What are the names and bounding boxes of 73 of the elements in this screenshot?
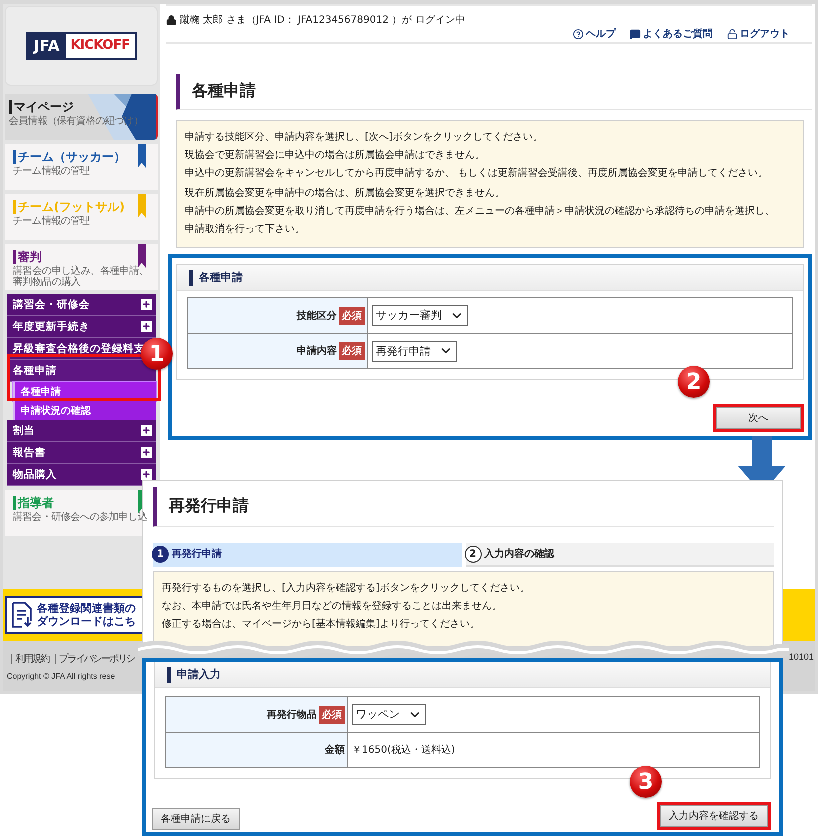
notice-line: 現協会で更新講習会に申込中の場合は所属協会申請はできません。 (185, 148, 486, 163)
notice-line: 現在所属協会変更を申請中の場合は、所属協会変更を選択できません。 (185, 186, 506, 201)
field-label: 技能区分 (297, 310, 337, 322)
plus-icon (141, 299, 152, 310)
section-title: マイページ (9, 100, 74, 114)
step-number: 2 (464, 546, 482, 562)
required-badge: 必須 (319, 706, 345, 724)
bookmark-icon (138, 244, 146, 268)
section-title: 指導者 (13, 496, 54, 510)
notice-line: 申込中の更新講習会をキャンセルしてから再度申請するか、 もしくは更新講習会受講後、再度所属協会変更を申請してください。 (185, 166, 770, 181)
notice-line: 修正する場合は、マイページから[基本情報編集]より行ってください。 (162, 618, 481, 632)
notice-line: 申請取消を行って下さい。 (185, 222, 306, 237)
section-subtitle: 会員情報（保有資格の紐づけ） (9, 116, 144, 127)
field-label: 再発行物品 (267, 708, 317, 722)
sidebar-section[interactable]: マイページ 会員情報（保有資格の紐づけ） (5, 94, 158, 140)
plus-icon (141, 425, 152, 436)
chat-bubble-icon (630, 28, 641, 40)
document-icon (11, 602, 33, 628)
select-field[interactable]: 再発行申請 (372, 340, 457, 362)
section-subtitle: チーム情報の管理 (13, 166, 90, 177)
notice-line: 申請する技能区分、申請内容を選択し、[次へ]ボタンをクリックしてください。 (185, 130, 544, 145)
page-title: 各種申請 (192, 81, 256, 102)
unlock-icon (727, 28, 738, 40)
menu-item[interactable]: 報告書 (7, 442, 156, 464)
step-label: 入力内容の確認 (484, 547, 554, 561)
section-subtitle: チーム情報の管理 (13, 216, 90, 227)
plus-icon (141, 321, 152, 332)
next-button[interactable]: 次へ (716, 407, 801, 429)
plus-icon (141, 447, 152, 458)
section-subtitle: 講習会・研修会への参加申し込 (13, 512, 148, 523)
confirm-button[interactable]: 入力内容を確認する (660, 805, 768, 827)
login-status-text: 蹴鞠 太郎 さま（JFA ID： JFA123456789012 ）が ログイン中 (166, 6, 812, 27)
menu-item[interactable]: 各種申請 (7, 360, 156, 382)
section-subtitle: 講習会の申し込み、各種申請、審判物品の購入 (13, 266, 150, 288)
select-field[interactable]: サッカー審判 (372, 305, 468, 326)
menu-item[interactable]: 年度更新手続き (7, 316, 156, 338)
section-title: チーム(フットサル) (13, 200, 125, 214)
lock-icon (166, 14, 177, 26)
page-title: 再発行申請 (169, 496, 249, 517)
required-badge: 必須 (339, 342, 365, 360)
menu-item[interactable]: 講習会・研修会 (7, 294, 156, 316)
bookmark-icon (138, 194, 146, 218)
required-badge: 必須 (339, 306, 365, 324)
field-label: 金額 (325, 744, 345, 757)
section-title: チーム（サッカー） (13, 150, 126, 164)
header-link[interactable]: ログアウト (727, 27, 790, 41)
sidebar-section[interactable]: チーム（サッカー） チーム情報の管理 (5, 144, 158, 190)
footer-links[interactable]: ｜利用規約 ｜プライバシーポリシ (7, 652, 135, 666)
footer-code: 10101 (788, 652, 814, 662)
header-link[interactable]: よくあるご質問 (630, 27, 713, 41)
bookmark-icon (138, 144, 146, 168)
panel-title: 申請入力 (167, 666, 221, 682)
section-title: 審判 (13, 250, 42, 264)
header-link[interactable]: ヘルプ (573, 27, 616, 41)
sidebar-section[interactable]: 審判 講習会の申し込み、各種申請、審判物品の購入 (5, 244, 158, 290)
sidebar-section[interactable]: チーム(フットサル) チーム情報の管理 (5, 194, 158, 240)
step-number: 1 (152, 546, 169, 562)
menu-item[interactable]: 割当 (7, 420, 156, 442)
logo[interactable]: JFA KICKOFF (26, 32, 137, 60)
menu-item[interactable]: 物品購入 (7, 464, 156, 486)
select-field[interactable]: ワッペン (352, 704, 426, 725)
download-banner[interactable]: 各種登録関連書類の ダウンロードはこち (5, 596, 145, 634)
back-button[interactable]: 各種申請に戻る (152, 808, 240, 830)
copyright-text: Copyright © JFA All rights rese (7, 672, 116, 680)
notice-line: なお、本申請では氏名や生年月日などの情報を登録することは出来ません。 (162, 600, 503, 614)
step-label: 再発行申請 (172, 548, 222, 561)
price-text: ￥1650(税込・送料込) (352, 744, 456, 757)
notice-line: 再発行するものを選択し、[入力内容を確認する]ボタンをクリックしてください。 (162, 582, 531, 596)
field-label: 申請内容 (297, 344, 337, 358)
submenu-item[interactable]: 申請状況の確認 (13, 401, 156, 420)
help-icon (573, 28, 584, 40)
notice-line: 申請中の所属協会変更を取り消して再度申請を行う場合は、左メニューの各種申請＞申請状況の確認から承認待ちの申請を選択し、 (185, 204, 776, 219)
panel-title: 各種申請 (189, 270, 243, 286)
